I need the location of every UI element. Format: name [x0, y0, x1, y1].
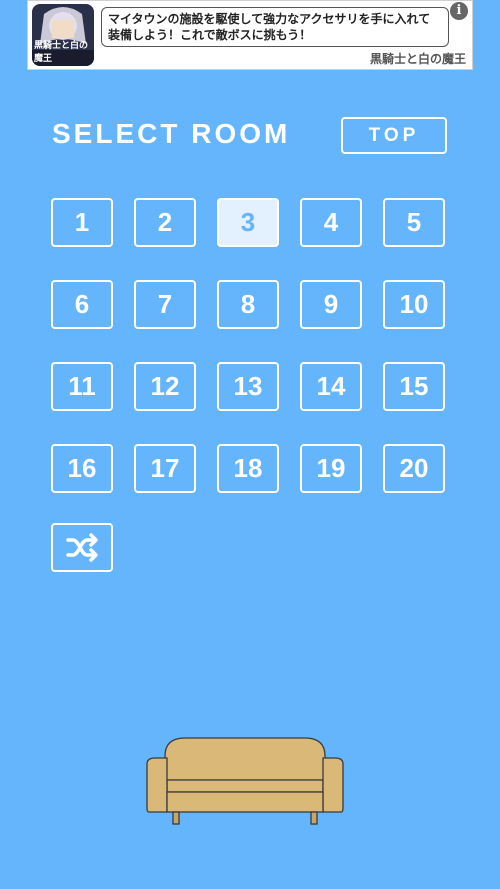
sofa-icon [146, 737, 344, 825]
room-button-11[interactable]: 11 [51, 362, 113, 411]
ad-banner[interactable]: 黒騎士と白の魔王 マイタウンの施設を駆使して強力なアクセサリを手に入れて装備しよ… [27, 0, 473, 70]
room-button-10[interactable]: 10 [383, 280, 445, 329]
room-button-9[interactable]: 9 [300, 280, 362, 329]
room-button-20[interactable]: 20 [383, 444, 445, 493]
info-icon[interactable]: i [450, 2, 468, 20]
room-button-5[interactable]: 5 [383, 198, 445, 247]
room-button-12[interactable]: 12 [134, 362, 196, 411]
room-button-6[interactable]: 6 [51, 280, 113, 329]
top-button[interactable]: TOP [341, 117, 447, 154]
room-button-13[interactable]: 13 [217, 362, 279, 411]
room-button-14[interactable]: 14 [300, 362, 362, 411]
room-button-4[interactable]: 4 [300, 198, 362, 247]
ad-thumbnail[interactable]: 黒騎士と白の魔王 [32, 4, 94, 66]
room-button-2[interactable]: 2 [134, 198, 196, 247]
ad-thumb-caption: 黒騎士と白の魔王 [34, 41, 89, 64]
room-button-8[interactable]: 8 [217, 280, 279, 329]
room-button-3[interactable]: 3 [217, 198, 279, 247]
room-button-17[interactable]: 17 [134, 444, 196, 493]
ad-text[interactable]: マイタウンの施設を駆使して強力なアクセサリを手に入れて装備しよう！これで敵ボスに… [101, 7, 449, 47]
room-button-1[interactable]: 1 [51, 198, 113, 247]
room-button-18[interactable]: 18 [217, 444, 279, 493]
shuffle-icon [66, 533, 98, 562]
room-button-19[interactable]: 19 [300, 444, 362, 493]
shuffle-button[interactable] [51, 523, 113, 572]
page-title: SELECT ROOM [52, 118, 291, 149]
room-button-16[interactable]: 16 [51, 444, 113, 493]
room-button-7[interactable]: 7 [134, 280, 196, 329]
room-button-15[interactable]: 15 [383, 362, 445, 411]
ad-source: 黒騎士と白の魔王 [369, 52, 466, 66]
